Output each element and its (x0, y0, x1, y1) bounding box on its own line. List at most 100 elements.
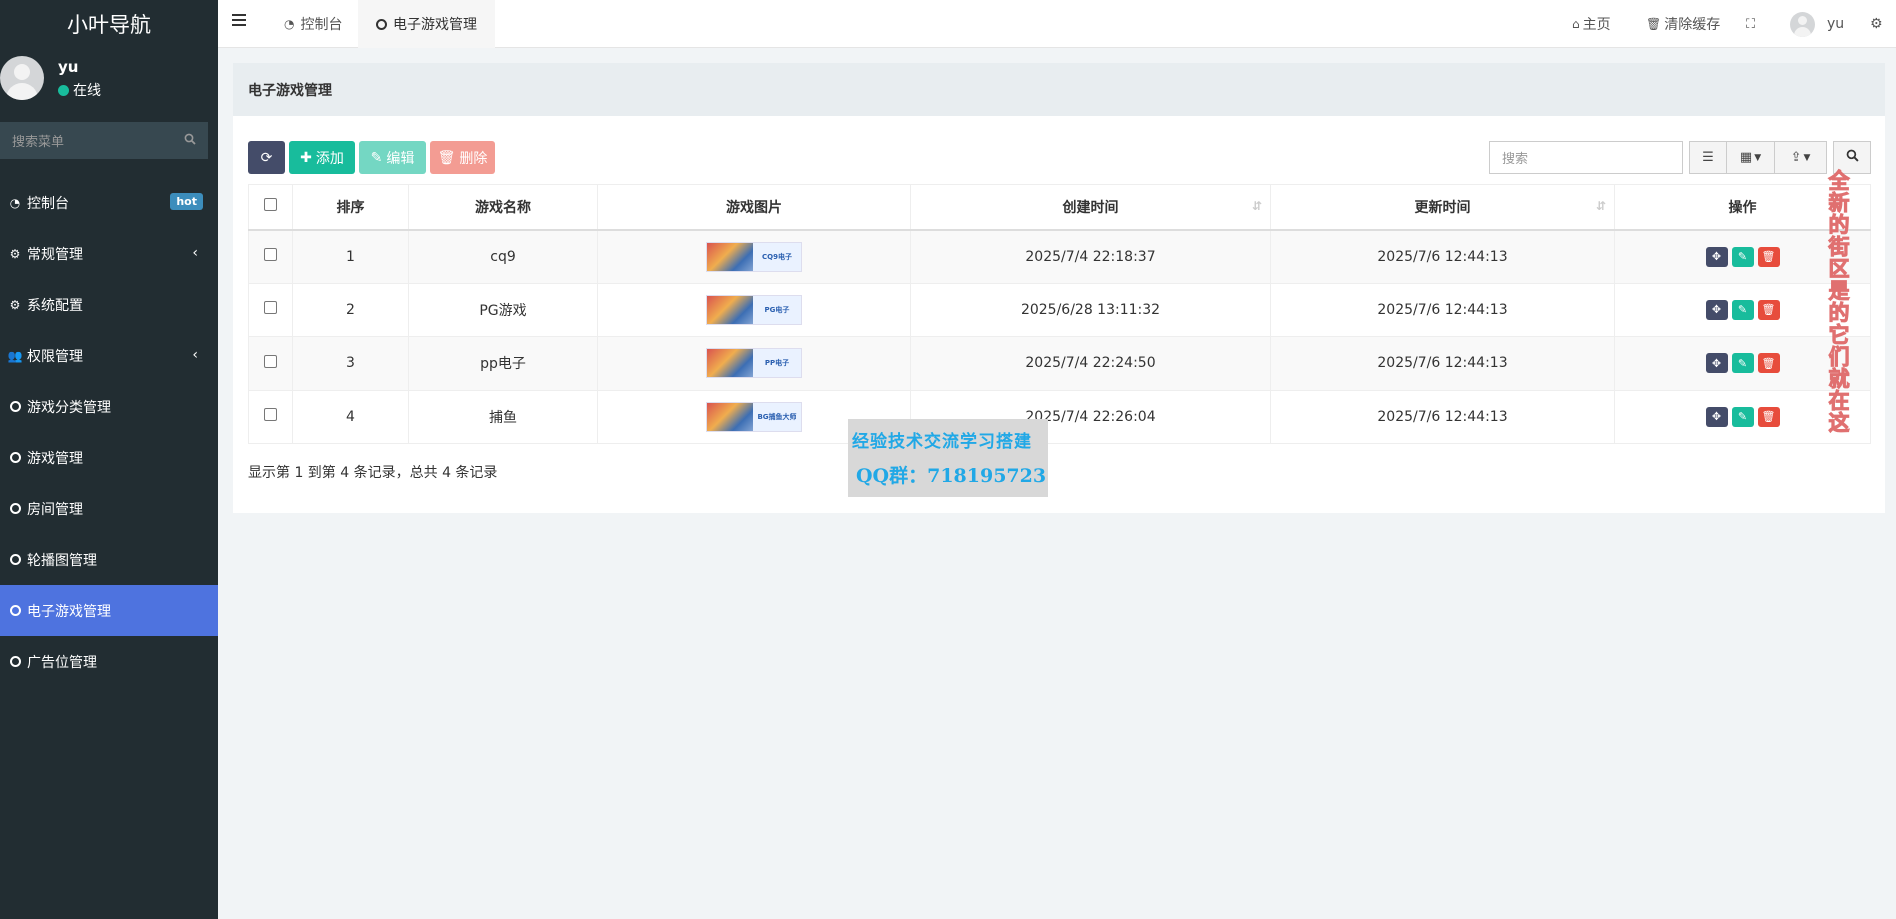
row-select-cell (248, 389, 293, 444)
sidebar-item-label: 权限管理 (27, 348, 83, 365)
sidebar-item-ads[interactable]: 广告位管理 (0, 636, 218, 687)
game-thumbnail[interactable]: PP电子 (706, 348, 802, 379)
edit-row-button[interactable]: ✎ (1731, 299, 1754, 320)
drag-handle-icon[interactable]: ✥ (1705, 353, 1728, 374)
thumbnail-label: PP电子 (764, 359, 790, 368)
game-thumbnail[interactable]: PG电子 (706, 294, 802, 325)
sidebar-item-egame[interactable]: 电子游戏管理 (0, 585, 218, 636)
thumbnail-label: PG电子 (764, 305, 790, 314)
edit-button[interactable]: ✎ 编辑 (359, 141, 426, 174)
edit-label: 编辑 (386, 150, 415, 167)
search-icon[interactable] (184, 133, 196, 149)
user-menu[interactable]: yu (1790, 0, 1844, 48)
row-checkbox[interactable] (264, 248, 277, 261)
row-checkbox[interactable] (264, 408, 277, 422)
pagination-info: 显示第 1 到第 4 条记录，总共 4 条记录 (248, 465, 498, 481)
watermark-line1: 经验技术交流学习搭建 (852, 432, 1032, 452)
sidebar-item-system-config[interactable]: ⚙ 系统配置 (0, 279, 218, 330)
table-search-input[interactable]: 搜索 (1489, 141, 1683, 174)
table-search-placeholder: 搜索 (1502, 152, 1529, 167)
cell-name: pp电子 (408, 336, 598, 391)
dashboard-icon: ◔ (284, 17, 295, 31)
grid-icon: ▦ (1739, 150, 1753, 165)
row-select-cell (248, 282, 293, 337)
drag-handle-icon[interactable]: ✥ (1705, 406, 1728, 427)
row-checkbox[interactable] (264, 301, 277, 315)
sidebar: 小叶导航 yu 在线 搜索菜单 ◔ 控制台 hot ⚙ 常规管理 ‹ ⚙ 系统配… (0, 0, 218, 919)
delete-row-button[interactable]: 🗑 (1757, 353, 1780, 374)
topbar: ◔ 控制台 电子游戏管理 ⌂ 主页 🗑 清除缓存 ⛶ yu ⚙ (218, 0, 1896, 48)
user-panel: yu 在线 (0, 48, 218, 123)
tab-dashboard[interactable]: ◔ 控制台 (266, 0, 360, 48)
circle-icon (8, 655, 22, 669)
cell-name: 捕鱼 (408, 389, 598, 444)
column-header-name[interactable]: 游戏名称 (408, 184, 598, 231)
caret-down-icon: ▼ (1754, 152, 1762, 163)
row-checkbox[interactable] (264, 354, 277, 368)
column-header-image[interactable]: 游戏图片 (597, 184, 911, 231)
drag-handle-icon[interactable]: ✥ (1705, 246, 1728, 267)
clear-cache-button[interactable]: 🗑 清除缓存 (1646, 0, 1720, 48)
sidebar-item-label: 控制台 (27, 195, 69, 212)
cell-sort: 3 (292, 336, 409, 391)
cell-updated: 2025/7/6 12:44:13 (1270, 282, 1615, 337)
edit-row-button[interactable]: ✎ (1731, 353, 1754, 374)
avatar (0, 56, 44, 100)
edit-row-button[interactable]: ✎ (1731, 406, 1754, 427)
sidebar-item-permissions[interactable]: 👥 权限管理 ‹ (0, 330, 218, 381)
delete-row-button[interactable]: 🗑 (1757, 406, 1780, 427)
table-row: 4 捕鱼 BG捕鱼大师 2025/7/4 22:26:04 2025/7/6 1… (248, 389, 1871, 444)
select-all-checkbox[interactable] (264, 198, 277, 212)
drag-handle-icon[interactable]: ✥ (1705, 299, 1728, 320)
cell-created: 2025/6/28 13:11:32 (910, 282, 1271, 337)
caret-down-icon: ▼ (1803, 152, 1811, 163)
delete-button[interactable]: 🗑 删除 (430, 141, 495, 174)
delete-row-button[interactable]: 🗑 (1757, 299, 1780, 320)
thumbnail-label: BG捕鱼大师 (757, 412, 797, 421)
cogs-icon: ⚙ (9, 246, 21, 261)
columns-dropdown[interactable]: ▦ ▼ (1726, 141, 1775, 174)
cell-updated: 2025/7/6 12:44:13 (1270, 229, 1615, 284)
column-header-updated[interactable]: 更新时间 (1270, 184, 1615, 231)
settings-button[interactable]: ⚙ (1870, 0, 1883, 48)
sidebar-menu: ◔ 控制台 hot ⚙ 常规管理 ‹ ⚙ 系统配置 👥 权限管理 ‹ 游戏分类管… (0, 177, 218, 687)
add-button[interactable]: ✚ 添加 (289, 141, 355, 174)
toggle-view-button[interactable]: ☰ (1689, 141, 1727, 174)
cell-created: 2025/7/4 22:24:50 (910, 336, 1271, 391)
fullscreen-button[interactable]: ⛶ (1746, 0, 1755, 48)
tab-egame[interactable]: 电子游戏管理 (358, 0, 495, 48)
cell-image: CQ9电子 (597, 229, 911, 284)
column-header-created[interactable]: 创建时间 (910, 184, 1271, 231)
chevron-left-icon: ‹ (192, 245, 198, 261)
sidebar-item-game[interactable]: 游戏管理 (0, 432, 218, 483)
edit-row-button[interactable]: ✎ (1731, 246, 1754, 267)
thumbnail-label: CQ9电子 (762, 252, 792, 261)
sidebar-item-game-category[interactable]: 游戏分类管理 (0, 381, 218, 432)
cell-updated: 2025/7/6 12:44:13 (1270, 389, 1615, 444)
refresh-button[interactable]: ⟳ (248, 141, 285, 174)
fullscreen-icon: ⛶ (1746, 16, 1756, 32)
game-thumbnail[interactable]: BG捕鱼大师 (706, 401, 802, 432)
online-status-icon (58, 84, 69, 96)
delete-row-button[interactable]: 🗑 (1757, 246, 1780, 267)
chevron-left-icon: ‹ (192, 347, 198, 363)
refresh-icon: ⟳ (260, 149, 273, 166)
sidebar-item-general[interactable]: ⚙ 常规管理 ‹ (0, 228, 218, 279)
menu-search-input[interactable]: 搜索菜单 (0, 122, 208, 159)
export-dropdown[interactable]: ⇪ ▼ (1774, 141, 1827, 174)
watermark-line2: QQ群：718195723 (856, 465, 1047, 487)
sidebar-item-dashboard[interactable]: ◔ 控制台 hot (0, 177, 218, 228)
home-link[interactable]: ⌂ 主页 (1572, 0, 1611, 48)
menu-toggle-icon[interactable] (232, 14, 246, 28)
export-icon: ⇪ (1790, 150, 1802, 165)
plus-icon: ✚ (300, 149, 312, 166)
sidebar-item-carousel[interactable]: 轮播图管理 (0, 534, 218, 585)
sidebar-item-room[interactable]: 房间管理 (0, 483, 218, 534)
brand-logo[interactable]: 小叶导航 (0, 0, 218, 48)
column-header-sort[interactable]: 排序 (292, 184, 409, 231)
sidebar-item-label: 系统配置 (27, 297, 83, 314)
game-thumbnail[interactable]: CQ9电子 (706, 241, 802, 272)
sidebar-item-label: 轮播图管理 (27, 552, 97, 569)
sidebar-item-label: 游戏分类管理 (27, 399, 111, 416)
cell-name: PG游戏 (408, 282, 598, 337)
